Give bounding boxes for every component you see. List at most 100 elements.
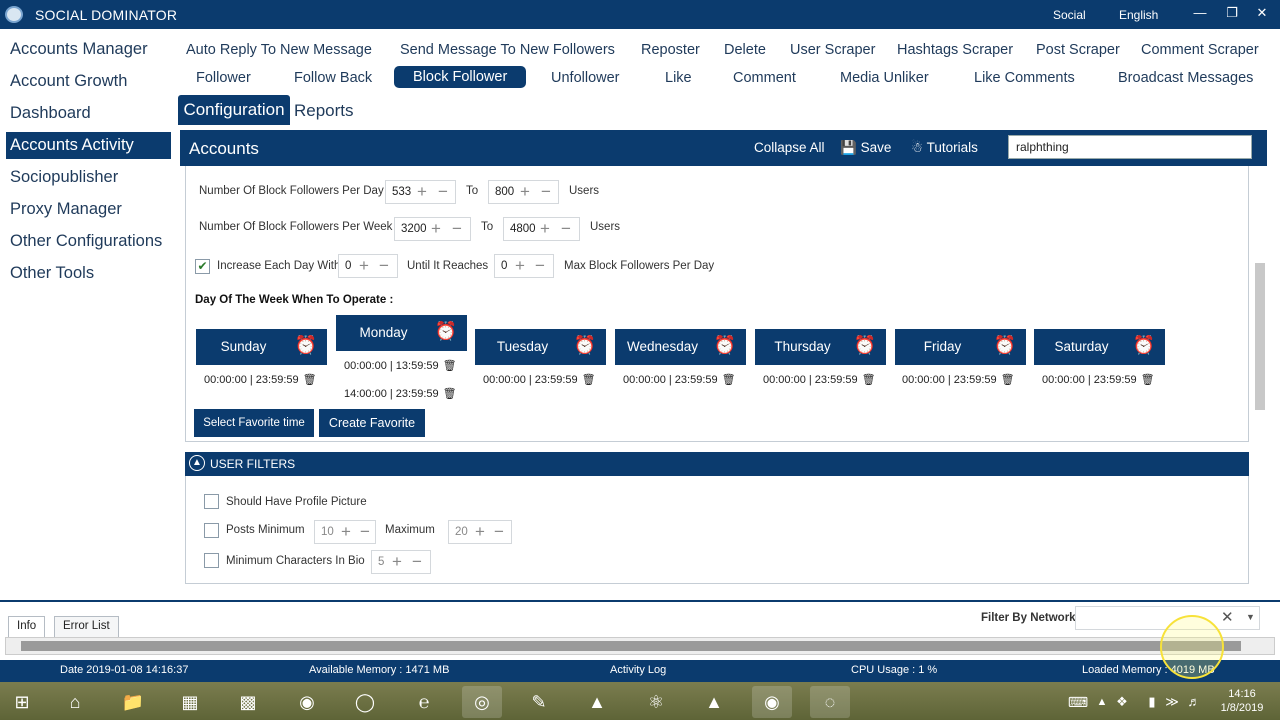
tab-like[interactable]: Like <box>665 70 692 86</box>
plus-icon[interactable]: + <box>431 219 441 239</box>
per-week-to-stepper[interactable]: 4800 + − <box>503 217 580 241</box>
wifi-icon[interactable]: ≫ <box>1162 686 1182 718</box>
alarm-clock-icon[interactable]: ⏰ <box>854 335 876 356</box>
save-button[interactable]: 💾 Save <box>840 140 891 156</box>
posts-checkbox[interactable] <box>204 523 219 538</box>
per-day-to-stepper[interactable]: 800 + − <box>488 180 559 204</box>
tutorials-button[interactable]: ☃ Tutorials <box>911 140 978 156</box>
plus-icon[interactable]: + <box>417 182 427 202</box>
sidebar-item-account-growth[interactable]: Account Growth <box>6 68 171 95</box>
increase-stepper[interactable]: 0 + − <box>338 254 398 278</box>
tab-user-scraper[interactable]: User Scraper <box>790 42 875 58</box>
scrollbar-thumb[interactable] <box>1255 263 1265 410</box>
tab-send-message[interactable]: Send Message To New Followers <box>400 42 615 58</box>
chrome-icon[interactable]: ◎ <box>462 686 502 718</box>
tab-unfollower[interactable]: Unfollower <box>551 70 620 86</box>
tab-block-follower[interactable]: Block Follower <box>394 66 527 88</box>
posts-max-stepper[interactable]: 20 + − <box>448 520 512 544</box>
battery-icon[interactable]: ▮ <box>1142 686 1162 718</box>
tab-comment-scraper[interactable]: Comment Scraper <box>1141 42 1259 58</box>
tab-post-scraper[interactable]: Post Scraper <box>1036 42 1120 58</box>
restore-button[interactable]: ❐ <box>1222 5 1242 21</box>
alarm-clock-icon[interactable]: ⏰ <box>435 321 457 342</box>
account-search-input[interactable]: ralphthing <box>1008 135 1252 159</box>
alarm-clock-icon[interactable]: ⏰ <box>994 335 1016 356</box>
tab-media-unliker[interactable]: Media Unliker <box>840 70 929 86</box>
plus-icon[interactable]: + <box>475 522 485 542</box>
minus-icon[interactable]: − <box>561 219 571 239</box>
tab-reports[interactable]: Reports <box>294 101 354 121</box>
plus-icon[interactable]: + <box>540 219 550 239</box>
posts-min-stepper[interactable]: 10 + − <box>314 520 376 544</box>
minus-icon[interactable]: − <box>379 256 389 276</box>
file-explorer-icon[interactable]: 📁 <box>113 686 153 718</box>
plus-icon[interactable]: + <box>359 256 369 276</box>
dropbox-icon[interactable]: ❖ <box>1112 686 1132 718</box>
tab-hashtags-scraper[interactable]: Hashtags Scraper <box>897 42 1013 58</box>
tab-error-list[interactable]: Error List <box>54 616 119 637</box>
trash-icon[interactable]: 🗑 <box>303 374 317 386</box>
bio-checkbox[interactable] <box>204 553 219 568</box>
language-select[interactable]: English <box>1119 8 1158 22</box>
trash-icon[interactable]: 🗑 <box>443 388 457 400</box>
scrollbar-thumb[interactable] <box>21 641 1241 651</box>
sidebar-item-proxy-manager[interactable]: Proxy Manager <box>6 196 171 223</box>
day-sunday[interactable]: Sunday ⏰ <box>196 329 327 365</box>
until-stepper[interactable]: 0 + − <box>494 254 554 278</box>
archive-icon[interactable]: ▩ <box>228 686 268 718</box>
tray-chevron-icon[interactable]: ▲ <box>1092 686 1112 718</box>
upwork-icon[interactable]: ▲ <box>694 686 734 718</box>
vertical-scrollbar[interactable] <box>1251 166 1267 584</box>
trash-icon[interactable]: 🗑 <box>862 374 876 386</box>
tab-follower[interactable]: Follower <box>196 70 251 86</box>
tab-reposter[interactable]: Reposter <box>641 42 700 58</box>
sidebar-item-accounts-manager[interactable]: Accounts Manager <box>6 36 171 63</box>
plus-icon[interactable]: + <box>341 522 351 542</box>
sidebar-item-accounts-activity[interactable]: Accounts Activity <box>6 132 171 159</box>
minus-icon[interactable]: − <box>452 219 462 239</box>
trash-icon[interactable]: 🗑 <box>722 374 736 386</box>
sidebar-item-other-tools[interactable]: Other Tools <box>6 260 171 287</box>
minus-icon[interactable]: − <box>541 182 551 202</box>
minus-icon[interactable]: − <box>494 522 504 542</box>
trash-icon[interactable]: 🗑 <box>1141 374 1155 386</box>
minus-icon[interactable]: − <box>438 182 448 202</box>
trash-icon[interactable]: 🗑 <box>443 360 457 372</box>
alarm-clock-icon[interactable]: ⏰ <box>1133 335 1155 356</box>
notepad-icon[interactable]: ✎ <box>519 686 559 718</box>
minus-icon[interactable]: − <box>412 552 422 572</box>
alarm-clock-icon[interactable]: ⏰ <box>574 335 596 356</box>
start-icon[interactable]: ⊞ <box>2 686 42 718</box>
chevron-up-icon[interactable]: ▲ <box>189 455 205 471</box>
sidebar-item-dashboard[interactable]: Dashboard <box>6 100 171 127</box>
taskbar-clock[interactable]: 14:16 1/8/2019 <box>1212 687 1272 715</box>
tab-follow-back[interactable]: Follow Back <box>294 70 372 86</box>
opera-icon[interactable]: ◯ <box>345 686 385 718</box>
day-thursday[interactable]: Thursday ⏰ <box>755 329 886 365</box>
trash-icon[interactable]: 🗑 <box>582 374 596 386</box>
activity-log-link[interactable]: Activity Log <box>610 664 666 676</box>
create-favorite-button[interactable]: Create Favorite <box>319 409 425 437</box>
minus-icon[interactable]: − <box>535 256 545 276</box>
volume-icon[interactable]: ♬ <box>1184 686 1204 718</box>
tab-like-comments[interactable]: Like Comments <box>974 70 1075 86</box>
day-saturday[interactable]: Saturday ⏰ <box>1034 329 1165 365</box>
day-tuesday[interactable]: Tuesday ⏰ <box>475 329 606 365</box>
per-day-from-stepper[interactable]: 533 + − <box>385 180 456 204</box>
tab-delete[interactable]: Delete <box>724 42 766 58</box>
spreadsheet-icon[interactable]: ▦ <box>170 686 210 718</box>
day-wednesday[interactable]: Wednesday ⏰ <box>615 329 746 365</box>
horizontal-scrollbar[interactable] <box>5 637 1275 655</box>
plus-icon[interactable]: + <box>392 552 402 572</box>
sidebar-item-other-configurations[interactable]: Other Configurations <box>6 228 171 255</box>
browser-icon[interactable]: ◌ <box>810 686 850 718</box>
chevron-down-icon[interactable]: ▼ <box>1246 612 1255 622</box>
firefox-icon[interactable]: ◉ <box>287 686 327 718</box>
increase-checkbox[interactable]: ✔ <box>195 259 210 274</box>
security-icon[interactable]: ⚛ <box>636 686 676 718</box>
social-dominator-icon[interactable]: ◉ <box>752 686 792 718</box>
alarm-clock-icon[interactable]: ⏰ <box>295 335 317 356</box>
home-icon[interactable]: ⌂ <box>55 686 95 718</box>
bio-stepper[interactable]: 5 + − <box>371 550 431 574</box>
close-button[interactable]: ✕ <box>1252 5 1272 21</box>
